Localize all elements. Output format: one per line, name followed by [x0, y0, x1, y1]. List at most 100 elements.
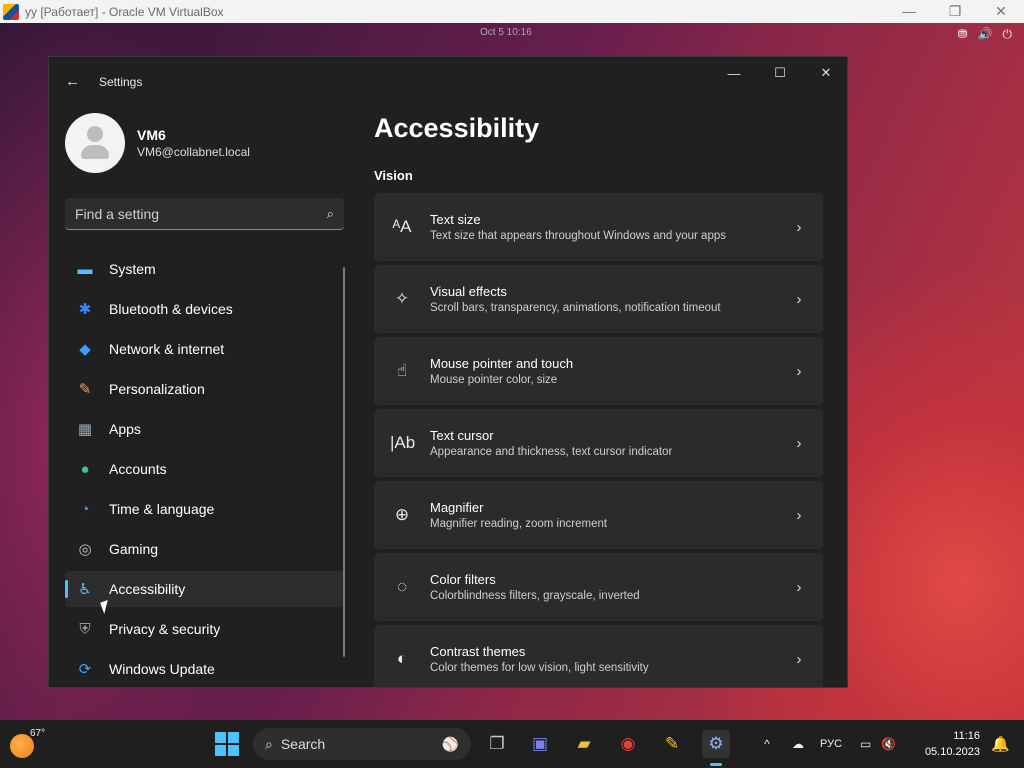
chevron-right-icon: › — [796, 434, 802, 452]
network-internet-icon: ◆ — [79, 341, 91, 358]
sidebar-item-apps[interactable]: ▦ Apps — [65, 411, 345, 447]
taskbar-teams-icon[interactable]: ▣ — [526, 730, 554, 758]
search-highlight-icon: ⚾ — [441, 735, 459, 752]
maximize-button[interactable]: ☐ — [757, 57, 803, 89]
section-title-vision: Vision — [374, 168, 413, 183]
card-title: Color filters — [430, 572, 496, 587]
windows-update-icon: ⟳ — [78, 661, 92, 678]
volume-icon[interactable]: 🔊 — [978, 27, 993, 42]
sidebar-item-time-language[interactable]: ◔ Time & language — [65, 491, 345, 527]
text-cursor-icon: |Ab — [390, 433, 416, 452]
guest-top-tray: ⛃ 🔊 ⏻ — [957, 27, 1012, 42]
user-profile[interactable]: VM6 VM6@collabnet.local — [65, 113, 250, 173]
back-arrow-icon[interactable]: ← — [65, 73, 80, 90]
setting-card-visual-effects[interactable]: ✧ Visual effects Scroll bars, transparency… — [374, 265, 823, 333]
card-subtitle: Appearance and thickness, text cursor in… — [430, 446, 673, 458]
taskbar-chrome-icon[interactable]: ◉ — [614, 730, 642, 758]
settings-titlebar: ← Settings — ☐ ✕ — [49, 57, 847, 105]
card-subtitle: Magnifier reading, zoom increment — [430, 518, 608, 530]
sidebar-item-personalization[interactable]: ✎ Personalization — [65, 371, 345, 407]
sidebar-item-network-internet[interactable]: ◆ Network & internet — [65, 331, 345, 367]
bluetooth-devices-icon: ✱ — [78, 301, 92, 318]
sidebar-item-windows-update[interactable]: ⟳ Windows Update — [65, 651, 345, 687]
personalization-icon: ✎ — [78, 381, 92, 398]
sidebar-item-label: Personalization — [109, 381, 205, 397]
card-title: Visual effects — [430, 284, 507, 299]
power-icon[interactable]: ⏻ — [1003, 27, 1013, 42]
system-icon: ▬ — [77, 260, 93, 278]
chevron-right-icon: › — [796, 218, 802, 236]
card-title: Text cursor — [430, 428, 494, 443]
sidebar-item-label: Network & internet — [109, 341, 225, 357]
taskbar-file-explorer-icon[interactable]: ▰ — [570, 730, 598, 758]
host-window-titlebar: yy [Работает] - Oracle VM VirtualBox — ❐… — [0, 0, 1024, 23]
notification-bell-icon[interactable]: 🔔 — [991, 735, 1010, 753]
network-icon[interactable]: ⛃ — [957, 27, 967, 42]
apps-icon: ▦ — [77, 421, 93, 438]
host-close-button[interactable]: ✕ — [978, 3, 1024, 20]
card-subtitle: Text size that appears throughout Window… — [430, 230, 726, 242]
taskbar-clock[interactable]: 11:16 05.10.2023 — [925, 728, 980, 760]
sidebar-item-accounts[interactable]: ● Accounts — [65, 451, 345, 487]
card-subtitle: Colorblindness filters, grayscale, inver… — [430, 590, 640, 602]
taskbar-app-gdb-icon[interactable]: ✎ — [658, 730, 686, 758]
volume-muted-icon[interactable]: 🔇 — [881, 737, 896, 751]
find-setting-search-input[interactable]: Find a setting ⌕ — [65, 198, 344, 230]
taskbar-task-view-icon[interactable]: ❐ — [483, 730, 511, 758]
weather-widget[interactable]: 67° — [10, 728, 45, 758]
sidebar-item-system[interactable]: ▬ System — [65, 251, 345, 287]
chevron-right-icon: › — [796, 362, 802, 380]
onedrive-icon[interactable]: ☁ — [792, 737, 804, 751]
contrast-themes-icon: ◐ — [396, 649, 408, 668]
show-hidden-icons-chevron-icon[interactable]: ^ — [760, 737, 774, 751]
setting-card-color-filters[interactable]: ◌ Color filters Colorblindness filters, gr… — [374, 553, 823, 621]
card-subtitle: Mouse pointer color, size — [430, 374, 558, 386]
network-icon[interactable]: ▭ — [860, 737, 871, 751]
accessibility-content: Accessibility Vision ᴬA Text size Text siz… — [374, 113, 829, 687]
clock-time: 11:16 — [953, 730, 980, 742]
nav-scrollbar[interactable] — [343, 267, 345, 657]
accounts-icon: ● — [80, 460, 90, 478]
accessibility-icon: ♿ — [78, 581, 92, 598]
sidebar-item-label: Accessibility — [109, 581, 186, 597]
setting-card-contrast-themes[interactable]: ◐ Contrast themes Color themes for low vis… — [374, 625, 823, 687]
time-language-icon: ◔ — [80, 500, 90, 518]
card-title: Contrast themes — [430, 644, 526, 659]
guest-top-clock: Oct 5 10:16 — [480, 27, 532, 38]
sidebar-item-label: Privacy & security — [109, 621, 221, 637]
card-title: Mouse pointer and touch — [430, 356, 574, 371]
host-minimize-button[interactable]: — — [886, 3, 932, 20]
search-icon[interactable]: ⌕ — [327, 206, 334, 222]
card-title: Magnifier — [430, 500, 484, 515]
sidebar-item-bluetooth-devices[interactable]: ✱ Bluetooth & devices — [65, 291, 345, 327]
taskbar-search[interactable]: ⌕ Search ⚾ — [253, 728, 471, 760]
sidebar-item-label: Time & language — [109, 501, 215, 517]
magnifier-icon: ⊕ — [394, 505, 410, 524]
setting-card-magnifier[interactable]: ⊕ Magnifier Magnifier reading, zoom increm… — [374, 481, 823, 549]
text-size-icon: ᴬA — [392, 217, 412, 236]
sidebar-item-gaming[interactable]: ◎ Gaming — [65, 531, 345, 567]
profile-name: VM6 — [137, 127, 166, 143]
host-restore-button[interactable]: ❐ — [932, 3, 978, 20]
settings-nav: ▬ System ✱ Bluetooth & devices ◆ Network & in… — [65, 251, 345, 687]
chevron-right-icon: › — [796, 506, 802, 524]
setting-card-text-cursor[interactable]: |Ab Text cursor Appearance and thickness, … — [374, 409, 823, 477]
color-filters-icon: ◌ — [396, 577, 408, 596]
close-button[interactable]: ✕ — [803, 57, 847, 89]
avatar — [65, 113, 125, 173]
start-button-windows-icon[interactable] — [215, 732, 239, 756]
card-subtitle: Scroll bars, transparency, animations, n… — [430, 302, 721, 314]
system-tray: ^ ☁ РУС ▭ 🔇 — [760, 720, 896, 768]
language-indicator[interactable]: РУС — [820, 738, 842, 750]
sidebar-item-label: Accounts — [109, 461, 167, 477]
minimize-button[interactable]: — — [711, 57, 757, 89]
setting-card-text-size[interactable]: ᴬA Text size Text size that appears throug… — [374, 193, 823, 261]
card-subtitle: Color themes for low vision, light sensi… — [430, 662, 649, 674]
sidebar-item-privacy-security[interactable]: ⛨ Privacy & security — [65, 611, 345, 647]
taskbar: 67° ⌕ Search ⚾ ❐ ▣ ▰ ◉ ✎ ⚙ ^ ☁ РУС ▭ 🔇 11:16 … — [0, 720, 1024, 768]
sidebar-item-label: Windows Update — [109, 661, 215, 677]
taskbar-settings-icon[interactable]: ⚙ — [702, 730, 730, 766]
setting-card-mouse-pointer-and-touch[interactable]: ☝ Mouse pointer and touch Mouse pointer co… — [374, 337, 823, 405]
profile-email: VM6@collabnet.local — [137, 145, 250, 159]
host-window-title: yy [Работает] - Oracle VM VirtualBox — [25, 4, 224, 19]
